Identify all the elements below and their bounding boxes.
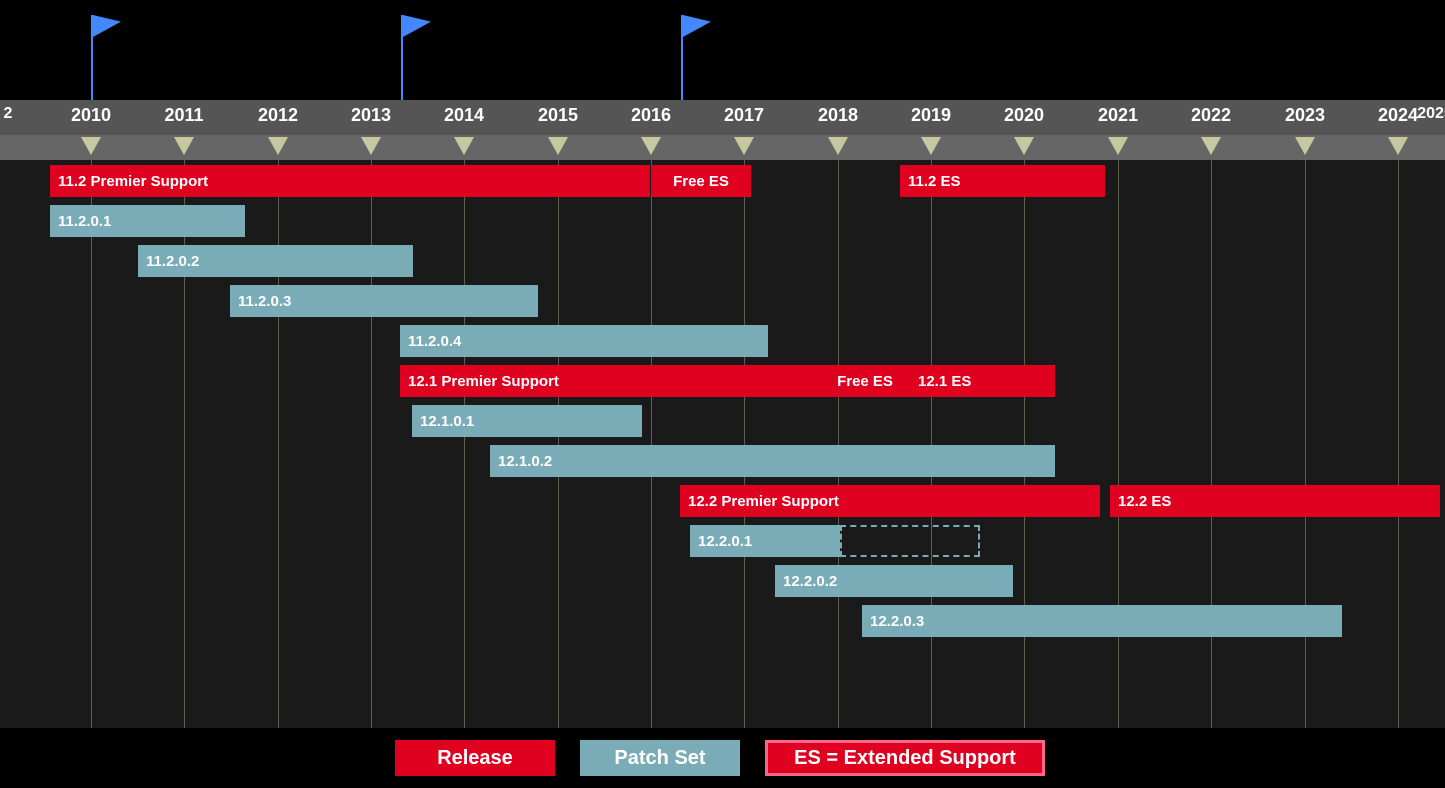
legend: Release Patch Set ES = Extended Support (0, 728, 1445, 788)
bar-12-2-0-2: 12.2.0.2 (775, 565, 1013, 597)
triangle-2014 (454, 137, 474, 155)
bar-11-2-0-4: 11.2.0.4 (400, 325, 768, 357)
year-label-2016: 2016 (631, 105, 671, 126)
year-label-2018: 2018 (818, 105, 858, 126)
legend-es-box: ES = Extended Support (765, 740, 1045, 776)
bar-12-1-premier: 12.1 Premier Support (400, 365, 820, 397)
bar-12-1-0-1: 12.1.0.1 (412, 405, 642, 437)
bar-11-2-premier: 11.2 Premier Support (50, 165, 650, 197)
triangle-2012 (268, 137, 288, 155)
year-label-2023: 2023 (1285, 105, 1325, 126)
year-label-2020: 2020 (1004, 105, 1044, 126)
bar-12-1-es: 12.1 ES (910, 365, 1055, 397)
triangle-2020 (1014, 137, 1034, 155)
bar-11-2-0-2: 11.2.0.2 (138, 245, 413, 277)
bar-12-2-0-1: 12.2.0.1 (690, 525, 840, 557)
bar-12-2-es: 12.2 ES (1110, 485, 1440, 517)
triangle-2017 (734, 137, 754, 155)
year-label-2011: 2011 (164, 105, 203, 126)
bar-11-2-0-1: 11.2.0.1 (50, 205, 245, 237)
triangle-2023 (1295, 137, 1315, 155)
triangle-2016 (641, 137, 661, 155)
legend-release-box: Release (395, 740, 555, 776)
year-label-2014: 2014 (444, 105, 484, 126)
bar-12-1-free-es: Free ES (820, 365, 910, 397)
bar-11-2-free-es: Free ES (651, 165, 751, 197)
triangle-2021 (1108, 137, 1128, 155)
triangle-2013 (361, 137, 381, 155)
content-area: 11.2 Premier Support Free ES 11.2 ES 11.… (0, 160, 1445, 728)
triangle-2011 (174, 137, 194, 155)
legend-es: ES = Extended Support (765, 740, 1050, 776)
bar-12-2-0-1-ext (840, 525, 980, 557)
triangle-2015 (548, 137, 568, 155)
triangle-2010 (81, 137, 101, 155)
triangle-2024 (1388, 137, 1408, 155)
chart-container: 2 2010 2011 2012 2013 2014 2015 2016 201… (0, 0, 1445, 788)
year-label-2010: 2010 (71, 105, 111, 126)
triangle-2022 (1201, 137, 1221, 155)
year-label-2024: 2024 (1378, 105, 1418, 126)
year-label-2022: 2022 (1191, 105, 1231, 126)
bar-11-2-0-3: 11.2.0.3 (230, 285, 538, 317)
bar-12-2-premier: 12.2 Premier Support (680, 485, 1100, 517)
triangle-2019 (921, 137, 941, 155)
year-label-2017: 2017 (724, 105, 764, 126)
legend-patch-set: Patch Set (580, 740, 745, 776)
bar-12-1-0-2: 12.1.0.2 (490, 445, 1055, 477)
triangle-row (0, 135, 1445, 160)
year-row: 2 2010 2011 2012 2013 2014 2015 2016 201… (0, 100, 1445, 135)
legend-release: Release (395, 740, 560, 776)
triangle-2018 (828, 137, 848, 155)
year-label-2025: 2025 (1417, 105, 1445, 123)
year-label-2013: 2013 (351, 105, 391, 126)
year-label-2012: 2012 (258, 105, 298, 126)
year-label-2015: 2015 (538, 105, 578, 126)
year-label-2019: 2019 (911, 105, 951, 126)
flags-area (0, 0, 1445, 100)
year-label-2: 2 (4, 105, 13, 123)
bar-11-2-es: 11.2 ES (900, 165, 1105, 197)
legend-patch-set-box: Patch Set (580, 740, 740, 776)
bar-12-2-0-3: 12.2.0.3 (862, 605, 1342, 637)
year-label-2021: 2021 (1098, 105, 1138, 126)
